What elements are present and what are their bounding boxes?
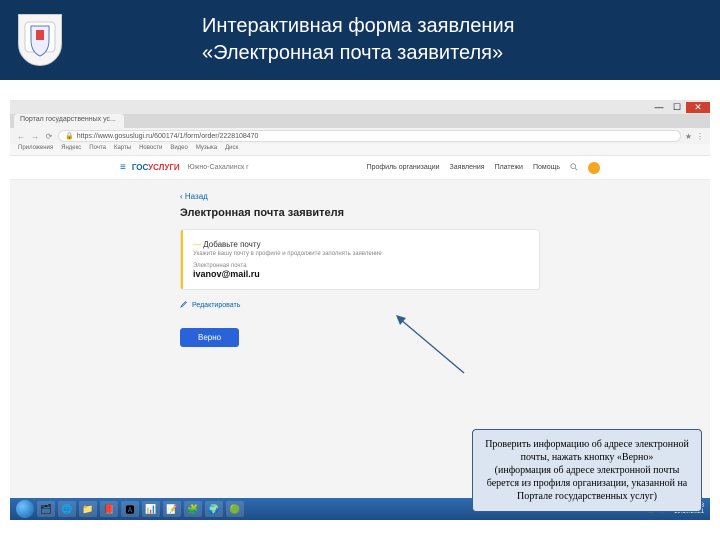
slide-header: Интерактивная форма заявления «Электронн… <box>0 0 720 80</box>
nav-profile[interactable]: Профиль организации <box>367 164 440 171</box>
browser-tab[interactable]: Портал государственных ус... <box>14 114 124 128</box>
slide-title: Интерактивная форма заявления «Электронн… <box>202 13 514 67</box>
window-close-button[interactable]: ✕ <box>686 102 710 113</box>
browser-menu-icon[interactable]: ⋮ <box>696 132 704 141</box>
nav-forward-icon[interactable]: → <box>30 132 40 141</box>
slide-title-line-2: «Электронная почта заявителя» <box>202 40 514 67</box>
taskbar-icon[interactable]: 📕 <box>100 501 118 517</box>
bookmark-item[interactable]: Яндекс <box>61 145 81 154</box>
bookmark-item[interactable]: Видео <box>170 145 188 154</box>
nav-back-icon[interactable]: ← <box>16 132 26 141</box>
browser-tabstrip: Портал государственных ус... <box>10 114 710 128</box>
taskbar-icon[interactable]: 🟢 <box>226 501 244 517</box>
bookmarks-bar: Приложения Яндекс Почта Карты Новости Ви… <box>10 144 710 156</box>
taskbar-icon[interactable]: 📊 <box>142 501 160 517</box>
avatar[interactable] <box>588 162 600 174</box>
card-accent <box>181 230 183 289</box>
callout-text-1: Проверить информацию об адресе электронн… <box>483 438 691 464</box>
taskbar-icon[interactable]: 🌍 <box>205 501 223 517</box>
taskbar-icon[interactable]: 🗂 <box>37 501 55 517</box>
url-text: https://www.gosuslugi.ru/600174/1/form/o… <box>77 133 259 140</box>
nav-reload-icon[interactable]: ⟳ <box>44 132 54 141</box>
taskbar-icon[interactable]: 🧩 <box>184 501 202 517</box>
edit-label: Редактировать <box>192 302 240 309</box>
pencil-icon <box>180 300 188 310</box>
gosuslugi-logo[interactable]: ГОСУСЛУГИ <box>132 163 180 172</box>
email-card: Добавьте почту Укажите вашу почту в проф… <box>180 229 540 290</box>
callout-text-2: (информация об адресе электронной почты … <box>483 464 691 503</box>
site-header: ≡ ГОСУСЛУГИ Южно-Сахалинск г Профиль орг… <box>10 156 710 180</box>
bookmark-item[interactable]: Диск <box>225 145 238 154</box>
callout-arrow-icon <box>396 315 466 380</box>
card-heading: Добавьте почту <box>193 240 527 249</box>
bookmark-item[interactable]: Музыка <box>196 145 217 154</box>
window-minimize-button[interactable]: — <box>650 102 668 112</box>
search-icon[interactable] <box>570 163 578 173</box>
window-titlebar: — ☐ ✕ <box>10 100 710 114</box>
page-title: Электронная почта заявителя <box>10 207 710 229</box>
bookmark-item[interactable]: Почта <box>89 145 106 154</box>
nav-help[interactable]: Помощь <box>533 164 560 171</box>
taskbar-icon[interactable]: 🌐 <box>58 501 76 517</box>
instruction-callout: Проверить информацию об адресе электронн… <box>472 429 702 512</box>
region-crest-icon <box>18 14 62 66</box>
confirm-button[interactable]: Верно <box>180 328 239 347</box>
bookmark-item[interactable]: Карты <box>114 145 131 154</box>
start-button[interactable] <box>16 500 34 518</box>
taskbar-icon[interactable]: 🅰 <box>121 501 139 517</box>
bookmark-item[interactable]: Приложения <box>18 145 53 154</box>
edit-link[interactable]: Редактировать <box>180 300 540 310</box>
hamburger-icon[interactable]: ≡ <box>120 162 126 173</box>
logo-part-2: УСЛУГИ <box>148 163 179 172</box>
bookmark-item[interactable]: Новости <box>139 145 162 154</box>
slide-title-line-1: Интерактивная форма заявления <box>202 13 514 40</box>
card-hint: Укажите вашу почту в профиле и продолжит… <box>193 251 527 257</box>
email-value: ivanov@mail.ru <box>193 269 527 279</box>
nav-applications[interactable]: Заявления <box>450 164 485 171</box>
address-bar[interactable]: 🔒 https://www.gosuslugi.ru/600174/1/form… <box>58 130 681 142</box>
extensions-icon[interactable]: ★ <box>685 132 692 141</box>
back-link[interactable]: ‹ Назад <box>10 180 710 207</box>
logo-part-1: ГОС <box>132 163 148 172</box>
browser-toolbar: ← → ⟳ 🔒 https://www.gosuslugi.ru/600174/… <box>10 128 710 144</box>
taskbar-icon[interactable]: 📁 <box>79 501 97 517</box>
lock-icon: 🔒 <box>65 132 74 140</box>
window-maximize-button[interactable]: ☐ <box>668 102 686 113</box>
nav-payments[interactable]: Платежи <box>495 164 523 171</box>
taskbar-icon[interactable]: 📝 <box>163 501 181 517</box>
city-selector[interactable]: Южно-Сахалинск г <box>188 164 249 171</box>
